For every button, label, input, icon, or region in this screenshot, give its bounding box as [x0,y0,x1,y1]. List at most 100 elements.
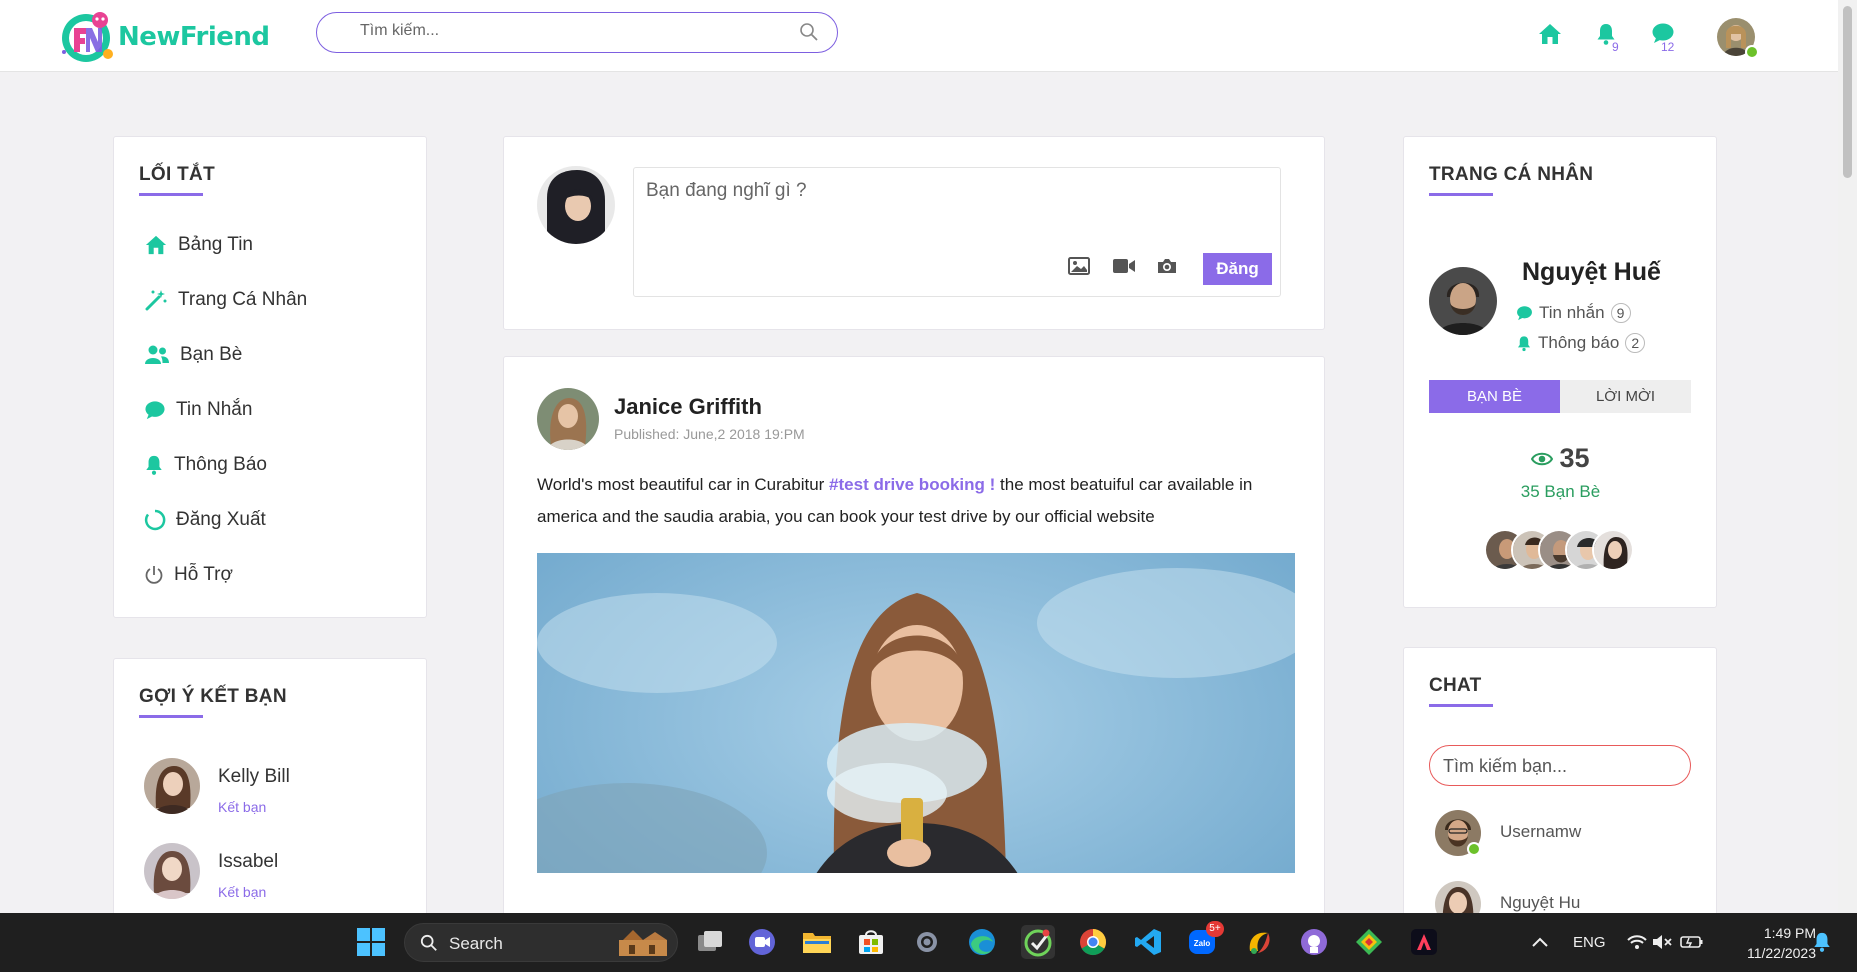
chat-search-input[interactable] [1443,756,1673,777]
chat-search[interactable] [1429,745,1691,786]
clock-date[interactable]: 11/22/2023 [1724,945,1816,961]
add-friend-link[interactable]: Kết bạn [218,884,266,900]
notification-center-icon[interactable] [1805,925,1839,959]
profile-notifications-stat[interactable]: Thông báo 2 [1516,333,1646,353]
shortcuts-title: LỐI TẮT [139,164,215,185]
zalo-badge: 5+ [1206,921,1224,937]
microsoft-store-icon[interactable] [854,925,888,959]
composer-avatar [537,166,615,244]
friend-avatar[interactable] [1592,529,1634,571]
image-icon[interactable] [1068,257,1090,280]
scrollbar-thumb[interactable] [1843,6,1852,178]
friend-avatars [1484,529,1654,571]
header-search[interactable] [316,12,838,53]
edge-browser-icon[interactable] [965,925,999,959]
profile-title: TRANG CÁ NHÂN [1429,164,1594,185]
suggestion-name[interactable]: Kelly Bill [218,766,290,788]
app-active-icon[interactable] [1021,925,1055,959]
post-image[interactable] [537,553,1295,873]
tab-invites[interactable]: LỜI MỜI [1560,380,1691,413]
suggestions-title: GỢI Ý KẾT BẠN [139,686,287,707]
speaker-muted-icon[interactable] [1645,925,1679,959]
post-date: Published: June,2 2018 19:PM [614,426,805,442]
menu-item-profile[interactable]: Trang Cá Nhân [144,289,307,311]
home-icon [145,235,167,255]
menu-item-support[interactable]: Hỗ Trợ [144,564,233,586]
adobe-app-icon[interactable] [1407,925,1441,959]
file-explorer-icon[interactable] [800,925,834,959]
users-icon [145,345,169,364]
post-composer-card: Đăng [503,136,1325,330]
profile-name[interactable]: Nguyệt Huế [1522,258,1661,287]
magic-wand-icon [145,290,167,311]
git-tool-icon[interactable] [1352,925,1386,959]
chat-icon [1517,306,1532,321]
bell-icon [146,455,162,475]
menu-item-label: Thông Báo [174,454,267,475]
svg-text:Zalo: Zalo [1194,939,1211,948]
vscode-icon[interactable] [1131,925,1165,959]
messages-label: Tin nhắn [1539,303,1605,322]
logo-mark-icon [56,8,118,66]
mixed-app-icon[interactable] [1242,925,1276,959]
menu-item-messages[interactable]: Tin Nhắn [144,399,252,421]
post-hashtag[interactable]: #test drive booking ! [829,475,995,494]
profile-messages-stat[interactable]: Tin nhắn 9 [1516,303,1631,323]
top-navbar: NewFriend 9 12 [0,0,1838,72]
settings-gear-icon[interactable] [910,925,944,959]
post-author-name[interactable]: Janice Griffith [614,394,762,420]
notifications-count: 2 [1625,333,1646,353]
chat-icon [145,401,165,420]
post-author-avatar[interactable] [537,388,599,450]
menu-item-logout[interactable]: Đăng Xuất [144,509,266,531]
suggestion-name[interactable]: Issabel [218,851,278,873]
chrome-icon[interactable] [1076,925,1110,959]
page-scrollbar[interactable] [1838,0,1857,913]
teams-chat-icon[interactable] [745,925,779,959]
title-underline [139,193,203,196]
suggestion-avatar[interactable] [144,843,200,899]
post-button[interactable]: Đăng [1203,253,1272,285]
zalo-icon[interactable]: Zalo 5+ [1186,921,1224,959]
online-status-dot [1745,45,1759,59]
friend-count: 35 [1404,443,1717,474]
post-text-start: World's most beautiful car in Curabitur [537,475,830,494]
taskbar-search-label: Search [449,934,503,953]
friend-count-value: 35 [1559,443,1590,473]
loading-circle-icon [144,509,166,531]
windows-start-icon[interactable] [354,925,388,959]
menu-item-label: Đăng Xuất [176,509,266,530]
taskbar-search[interactable]: Search [404,923,678,962]
logo-text: NewFriend [118,22,270,52]
profile-card: TRANG CÁ NHÂN Nguyệt Huế Tin nhắn 9 Thôn… [1403,136,1717,608]
app-logo[interactable]: NewFriend [56,8,270,66]
suggestion-avatar[interactable] [144,758,200,814]
post-input[interactable] [646,180,1266,240]
friend-count-label[interactable]: 35 Bạn Bè [1404,482,1717,502]
menu-item-notifications[interactable]: Thông Báo [144,454,267,476]
task-view-icon[interactable] [693,925,727,959]
message-count: 12 [1661,40,1675,54]
home-icon[interactable] [1537,22,1563,51]
header-search-input[interactable] [360,22,760,40]
github-icon[interactable] [1297,925,1331,959]
messages-count: 9 [1610,303,1631,323]
add-friend-link[interactable]: Kết bạn [218,799,266,815]
tab-friends[interactable]: BẠN BÈ [1429,380,1560,413]
notification-count: 9 [1612,40,1619,54]
menu-item-label: Bạn Bè [180,344,243,365]
profile-avatar[interactable] [1429,267,1497,335]
notifications-label: Thông báo [1538,333,1620,352]
language-indicator[interactable]: ENG [1573,934,1606,951]
online-status-dot [1467,842,1481,856]
battery-icon[interactable] [1675,925,1709,959]
chat-card: CHAT Usernamw Nguyệt Hu [1403,647,1717,937]
friend-suggestions-card: GỢI Ý KẾT BẠN Kelly Bill Kết bạn Issabel… [113,658,427,920]
video-icon[interactable] [1112,257,1136,280]
menu-item-news-feed[interactable]: Bảng Tin [144,234,253,256]
bell-icon [1517,335,1531,351]
menu-item-friends[interactable]: Bạn Bè [144,344,242,366]
camera-icon[interactable] [1156,257,1178,280]
chevron-up-icon[interactable] [1523,925,1557,959]
search-icon[interactable] [799,22,819,47]
